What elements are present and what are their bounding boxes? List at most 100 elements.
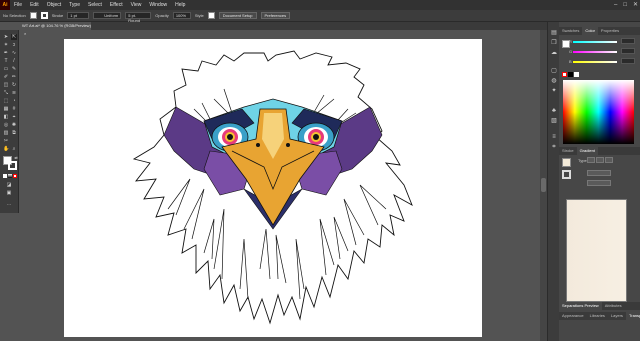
- eagle-head-artwork[interactable]: [64, 39, 482, 337]
- paintbrush-tool-icon[interactable]: ✎: [11, 66, 17, 72]
- stroke-weight-field[interactable]: 1 pt: [67, 12, 90, 19]
- pen-tool-icon[interactable]: ✒: [3, 50, 9, 56]
- tab-layers[interactable]: Layers: [608, 312, 626, 320]
- slice-tool-icon[interactable]: ✂: [3, 138, 9, 144]
- perspective-grid-icon[interactable]: ▦: [3, 106, 9, 112]
- transform-icon[interactable]: ⌗: [550, 144, 558, 151]
- stroke-gradient-box[interactable]: [562, 170, 571, 179]
- slider-blue[interactable]: B: [569, 58, 635, 64]
- menu-type[interactable]: Type: [65, 0, 84, 10]
- close-icon[interactable]: ✕: [633, 0, 638, 10]
- gradient-tool-icon[interactable]: ◧: [3, 114, 9, 120]
- drawing-mode-icon[interactable]: ◪: [6, 182, 12, 188]
- eraser-tool-icon[interactable]: ◫: [3, 82, 9, 88]
- lasso-icon[interactable]: ↄ: [11, 42, 17, 48]
- gradient-thumbnail[interactable]: [562, 158, 571, 167]
- maximize-icon[interactable]: □: [623, 0, 627, 10]
- slider-green[interactable]: G: [569, 48, 635, 54]
- red-value-field[interactable]: [621, 38, 635, 44]
- menu-object[interactable]: Object: [43, 0, 65, 10]
- menu-edit[interactable]: Edit: [26, 0, 43, 10]
- freeform-gradient-button[interactable]: [605, 157, 613, 163]
- menu-effect[interactable]: Effect: [106, 0, 127, 10]
- free-transform-icon[interactable]: ⬚: [3, 98, 9, 104]
- tab-stroke[interactable]: Stroke: [559, 147, 577, 155]
- edit-toolbar-icon[interactable]: ⋯: [6, 202, 12, 208]
- tab-gradient[interactable]: Gradient: [576, 147, 598, 155]
- stroke-color-box[interactable]: [8, 161, 17, 170]
- none-mode-icon[interactable]: [13, 174, 17, 178]
- hand-tool-icon[interactable]: ✋: [3, 146, 9, 152]
- type-tool-icon[interactable]: T: [3, 58, 9, 64]
- tab-transparency[interactable]: Transparency: [625, 312, 640, 320]
- green-value-field[interactable]: [621, 48, 635, 54]
- curvature-tool-icon[interactable]: ∿: [11, 50, 17, 56]
- blend-tool-icon[interactable]: ◎: [3, 122, 9, 128]
- opacity-field[interactable]: 100%: [172, 12, 191, 19]
- black-color-icon[interactable]: [568, 72, 573, 77]
- gradient-mode-icon[interactable]: [8, 174, 12, 178]
- illustrator-logo-icon[interactable]: Ai: [0, 0, 10, 10]
- swap-colors-icon[interactable]: ⇄: [13, 155, 19, 161]
- close-tab-icon[interactable]: ×: [24, 31, 26, 36]
- style-swatch[interactable]: [207, 12, 215, 19]
- gradient-ratio-field[interactable]: [587, 180, 611, 186]
- artboards-icon[interactable]: ▢: [550, 68, 558, 75]
- graphic-styles-icon[interactable]: ▧: [550, 118, 558, 125]
- tab-swatches[interactable]: Swatches: [559, 27, 582, 35]
- column-graph-icon[interactable]: ▥: [3, 130, 9, 136]
- line-tool-icon[interactable]: /: [11, 58, 17, 64]
- zoom-tool-icon[interactable]: ⌕: [11, 146, 17, 152]
- selection-tool-icon[interactable]: ➤: [3, 34, 9, 40]
- brushes-icon[interactable]: ✦: [550, 88, 558, 95]
- symbols-icon[interactable]: ♣: [550, 108, 558, 115]
- menu-window[interactable]: Window: [145, 0, 171, 10]
- radial-gradient-button[interactable]: [596, 157, 604, 163]
- menu-help[interactable]: Help: [171, 0, 189, 10]
- tab-properties[interactable]: Properties: [598, 27, 622, 35]
- menu-view[interactable]: View: [127, 0, 146, 10]
- tab-color[interactable]: Color: [582, 27, 598, 35]
- rectangle-tool-icon[interactable]: ▭: [3, 66, 9, 72]
- vertical-scroll-thumb[interactable]: [541, 178, 546, 192]
- tab-separations-preview[interactable]: Separations Preview: [559, 302, 602, 310]
- menu-file[interactable]: File: [10, 0, 26, 10]
- gradient-angle-field[interactable]: [587, 170, 611, 176]
- eyedropper-icon[interactable]: ⌖: [11, 114, 17, 120]
- pencil-tool-icon[interactable]: ✏: [11, 74, 17, 80]
- scale-tool-icon[interactable]: ⤡: [3, 90, 9, 96]
- direct-selection-tool-icon[interactable]: ⇱: [11, 34, 17, 40]
- tab-attributes[interactable]: Attributes: [602, 302, 625, 310]
- shape-builder-icon[interactable]: ◔: [11, 98, 17, 104]
- tab-appearance[interactable]: Appearance: [559, 312, 587, 320]
- document-setup-button[interactable]: Document Setup: [218, 12, 257, 19]
- tab-libraries[interactable]: Libraries: [587, 312, 608, 320]
- properties-icon[interactable]: ▤: [550, 30, 558, 37]
- green-track[interactable]: [573, 51, 617, 53]
- artboard[interactable]: [64, 39, 482, 337]
- rotate-tool-icon[interactable]: ↻: [11, 82, 17, 88]
- layers-icon[interactable]: ❐: [550, 40, 558, 47]
- mesh-tool-icon[interactable]: #: [11, 106, 17, 112]
- color-mode-icon[interactable]: [3, 174, 7, 178]
- warp-tool-icon[interactable]: ≋: [11, 90, 17, 96]
- blue-value-field[interactable]: [621, 58, 635, 64]
- slider-red[interactable]: R: [569, 38, 635, 44]
- brush-select[interactable]: 5 pt. Round: [125, 12, 152, 23]
- fill-swatch[interactable]: [29, 12, 37, 19]
- stroke-swatch[interactable]: [40, 12, 48, 19]
- color-guide-icon[interactable]: ◍: [550, 78, 558, 85]
- stroke-profile-select[interactable]: Uniform: [93, 12, 122, 19]
- artboard-tool-icon[interactable]: ⧉: [11, 130, 17, 136]
- gradient-preview-swatch[interactable]: [566, 199, 627, 302]
- shaper-tool-icon[interactable]: ✐: [3, 74, 9, 80]
- linear-gradient-button[interactable]: [587, 157, 595, 163]
- preferences-button[interactable]: Preferences: [260, 12, 291, 19]
- screen-mode-icon[interactable]: ▣: [6, 190, 12, 196]
- magic-wand-icon[interactable]: ✶: [3, 42, 9, 48]
- symbol-sprayer-icon[interactable]: ✺: [11, 122, 17, 128]
- menu-select[interactable]: Select: [84, 0, 106, 10]
- white-color-icon[interactable]: [574, 72, 579, 77]
- none-color-icon[interactable]: [562, 72, 567, 77]
- document-tab[interactable]: WT Art.ai* @ 104.76 % (RGB/Preview) ×: [19, 22, 91, 36]
